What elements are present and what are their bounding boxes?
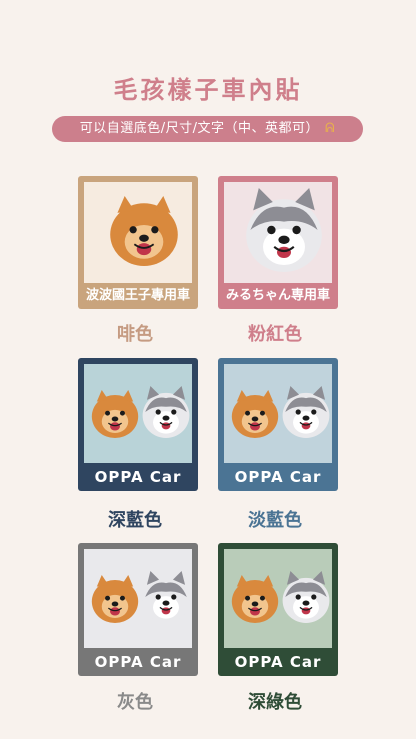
card-caption: OPPA Car <box>234 653 322 671</box>
page-title: 毛孩樣子車內貼 <box>113 76 303 104</box>
husky-pom-image <box>281 571 331 623</box>
pomeranian-image <box>231 390 279 438</box>
card-caption: OPPA Car <box>234 468 322 486</box>
husky-pom-image <box>141 386 191 438</box>
color-label-pink: 粉紅色 <box>248 324 302 345</box>
product-card-brown[interactable]: 波波國王子專用車 <box>78 176 198 309</box>
subtitle-text: 可以自選底色/尺寸/文字（中、英都可） <box>79 121 320 136</box>
product-card-dark-blue[interactable]: OPPA Car <box>78 358 198 491</box>
husky-pom-image <box>245 188 323 272</box>
product-card-grey[interactable]: OPPA Car <box>78 543 198 676</box>
subtitle-banner: 可以自選底色/尺寸/文字（中、英都可） ᕱ <box>52 116 363 142</box>
husky-pom-image <box>281 386 331 438</box>
pomeranian-image <box>109 196 179 266</box>
product-card-dark-green[interactable]: OPPA Car <box>218 543 338 676</box>
product-card-pink[interactable]: みるちゃん専用車 <box>218 176 338 309</box>
hands-icon: ᕱ <box>325 121 336 136</box>
color-label-dark-green: 深綠色 <box>248 692 302 713</box>
color-label-light-blue: 淡藍色 <box>248 510 302 531</box>
color-label-grey: 灰色 <box>117 692 153 713</box>
product-card-light-blue[interactable]: OPPA Car <box>218 358 338 491</box>
pomeranian-image <box>91 390 139 438</box>
color-label-dark-blue: 深藍色 <box>108 510 162 531</box>
husky-pom-image <box>141 571 191 623</box>
pomeranian-image <box>91 575 139 623</box>
card-caption: OPPA Car <box>94 653 182 671</box>
color-label-brown: 啡色 <box>117 324 153 345</box>
card-caption: 波波國王子專用車 <box>85 288 190 303</box>
pomeranian-image <box>231 575 279 623</box>
card-caption: みるちゃん専用車 <box>225 288 330 303</box>
card-caption: OPPA Car <box>94 468 182 486</box>
